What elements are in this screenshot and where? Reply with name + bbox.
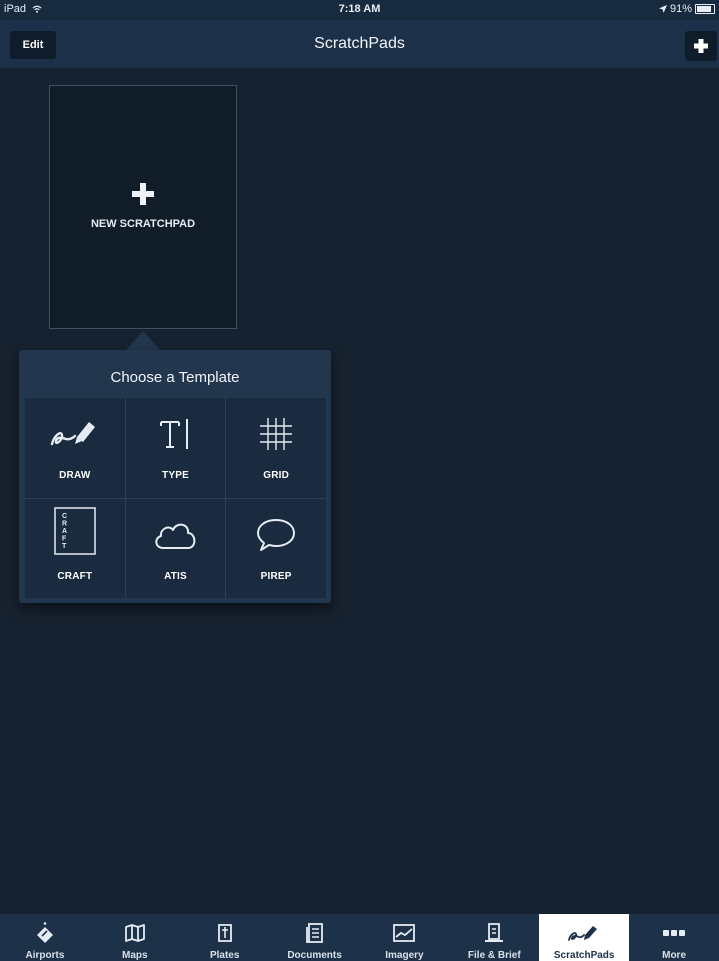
template-pirep[interactable]: PIREP — [226, 498, 326, 598]
documents-icon — [305, 923, 323, 943]
plus-icon — [694, 39, 708, 53]
tab-label: ScratchPads — [553, 950, 615, 961]
tab-label: Maps — [122, 950, 148, 961]
more-icon — [663, 930, 686, 936]
airport-icon — [36, 922, 53, 943]
craft-letter: T — [62, 543, 67, 550]
template-label: CRAFT — [57, 570, 93, 582]
tab-imagery[interactable]: Imagery — [360, 914, 450, 961]
tab-scratchpads[interactable]: ScratchPads — [539, 914, 630, 961]
svg-text:CRAFT: CRAFT — [62, 513, 67, 550]
battery-icon — [695, 4, 715, 14]
tab-label: Airports — [25, 950, 65, 961]
tab-label: File & Brief — [467, 950, 521, 961]
tab-file-brief[interactable]: File & Brief — [449, 914, 539, 961]
scratchpad-icon — [568, 926, 598, 941]
nav-bar: Edit ScratchPads — [0, 20, 719, 68]
template-type[interactable]: TYPE — [125, 398, 226, 498]
plus-icon — [132, 183, 154, 205]
tab-more[interactable]: More — [629, 914, 719, 961]
tab-label: Documents — [287, 950, 342, 961]
battery-percent: 91% — [669, 3, 692, 15]
template-atis[interactable]: ATIS — [125, 498, 226, 598]
craft-letter: F — [62, 535, 67, 542]
tab-documents[interactable]: Documents — [270, 914, 360, 961]
draw-icon — [50, 422, 95, 446]
status-bar: iPad 7:18 AM 91% — [0, 0, 719, 20]
template-label: TYPE — [162, 470, 189, 481]
battery-fill — [697, 6, 711, 12]
craft-letter: R — [62, 520, 67, 527]
tab-label: Imagery — [385, 950, 424, 961]
type-icon — [160, 419, 189, 449]
craft-letter: A — [62, 528, 67, 535]
status-right: 91% — [658, 3, 715, 15]
template-label: ATIS — [164, 570, 187, 582]
tab-maps[interactable]: Maps — [90, 914, 180, 961]
tab-airports[interactable]: Airports — [0, 914, 90, 961]
popover-arrow — [125, 331, 161, 351]
template-craft[interactable]: CRAFT CRAFT — [25, 498, 125, 598]
template-label: DRAW — [59, 470, 91, 481]
grid-icon — [260, 418, 293, 450]
template-popover: Choose a Template DRAW TYPE GRID C R A F… — [19, 350, 331, 603]
template-grid-option[interactable]: GRID — [226, 398, 326, 498]
craft-icon: CRAFT — [54, 506, 96, 555]
new-scratchpad-tile[interactable]: NEW SCRATCHPAD — [49, 85, 237, 329]
cloud-icon — [155, 523, 196, 549]
new-scratchpad-label: NEW SCRATCHPAD — [90, 218, 196, 230]
template-grid: DRAW TYPE GRID C R A F T CRAFT ATIS PIRE… — [25, 398, 326, 598]
tab-plates[interactable]: Plates — [180, 914, 270, 961]
template-draw[interactable]: DRAW — [25, 398, 125, 498]
file-brief-icon — [485, 923, 504, 942]
tab-label: Plates — [209, 950, 240, 961]
popover-title: Choose a Template — [110, 369, 240, 386]
map-icon — [124, 924, 145, 942]
tab-label: More — [662, 950, 687, 961]
add-button[interactable] — [685, 31, 717, 61]
location-arrow-icon — [658, 5, 667, 13]
tab-bar: Airports Maps Plates Documents Imagery F… — [0, 914, 719, 961]
plates-icon — [217, 924, 232, 942]
page-title: ScratchPads — [314, 35, 405, 52]
craft-letter: C — [62, 513, 67, 520]
status-time: 7:18 AM — [338, 3, 381, 15]
speech-bubble-icon — [257, 518, 296, 551]
template-label: PIREP — [260, 570, 292, 582]
template-label: GRID — [263, 470, 290, 481]
imagery-icon — [393, 924, 416, 942]
